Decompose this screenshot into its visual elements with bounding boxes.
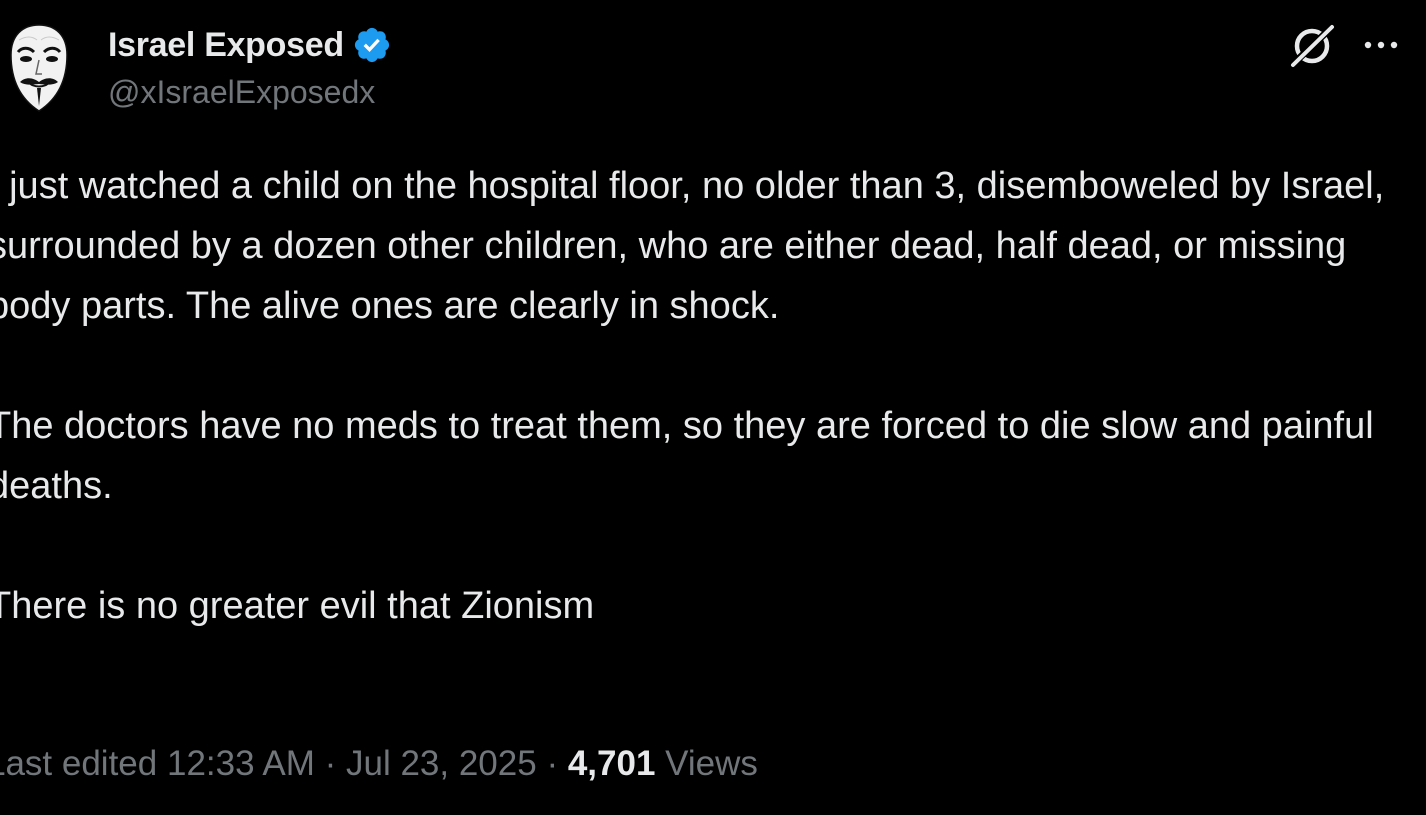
author-handle[interactable]: @xIsraelExposedx bbox=[108, 74, 375, 111]
views-label[interactable]: Views bbox=[665, 744, 758, 783]
tweet-text: I just watched a child on the hospital f… bbox=[0, 156, 1408, 636]
author-name-row[interactable]: Israel Exposed bbox=[108, 22, 392, 68]
tweet-paragraph: I just watched a child on the hospital f… bbox=[0, 165, 1385, 327]
edited-label[interactable]: Last edited bbox=[0, 744, 157, 783]
grok-icon[interactable] bbox=[1286, 22, 1338, 70]
guy-fawkes-mask-icon bbox=[10, 24, 68, 112]
meta-separator: · bbox=[546, 744, 559, 783]
tweet-paragraph: There is no greater evil that Zionism bbox=[0, 585, 595, 627]
display-name[interactable]: Israel Exposed bbox=[108, 26, 344, 65]
verified-badge-icon[interactable] bbox=[352, 25, 392, 65]
tweet-time[interactable]: 12:33 AM bbox=[167, 744, 315, 783]
avatar[interactable] bbox=[4, 22, 74, 114]
tweet-meta: Last edited 12:33 AM · Jul 23, 2025 · 4,… bbox=[0, 740, 758, 788]
views-count[interactable]: 4,701 bbox=[568, 744, 656, 783]
tweet-paragraph: The doctors have no meds to treat them, … bbox=[0, 405, 1374, 507]
meta-separator: · bbox=[324, 744, 337, 783]
tweet-date[interactable]: Jul 23, 2025 bbox=[346, 744, 537, 783]
more-options-icon[interactable] bbox=[1360, 30, 1402, 60]
